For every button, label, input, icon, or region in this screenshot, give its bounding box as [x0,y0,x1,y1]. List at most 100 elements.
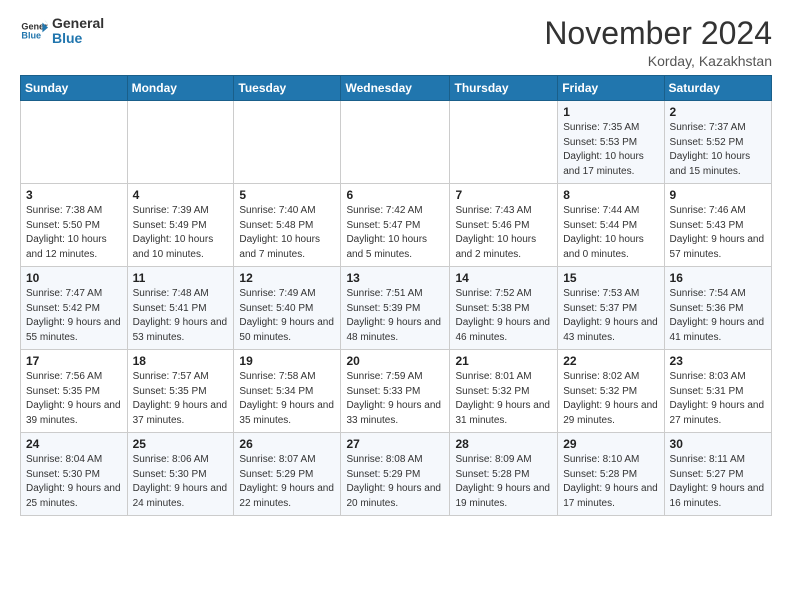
day-cell: 11 Sunrise: 7:48 AMSunset: 5:41 PMDayligh… [127,267,234,350]
day-number: 23 [670,354,766,368]
day-cell [21,101,128,184]
calendar-page: General Blue General Blue November 2024 … [0,0,792,612]
day-cell: 27Sunrise: 8:08 AMSunset: 5:29 PMDayligh… [341,433,450,516]
day-number: 21 [455,354,552,368]
day-cell: 16Sunrise: 7:54 AMSunset: 5:36 PMDayligh… [664,267,771,350]
day-number: 2 [670,105,766,119]
day-cell [450,101,558,184]
day-info: Sunrise: 7:52 AMSunset: 5:38 PMDaylight:… [455,287,552,345]
day-cell: 5Sunrise: 7:40 AMSunset: 5:48 PMDaylight… [234,184,341,267]
day-cell: 20 Sunrise: 7:59 AMSunset: 5:33 PMDayligh… [341,350,450,433]
day-number: 15 [563,271,658,285]
day-number: 6 [346,188,444,202]
day-number: 20 [346,354,444,368]
day-info: Sunrise: 7:46 AMSunset: 5:43 PMDaylight:… [670,204,766,262]
day-info: Sunrise: 8:07 AMSunset: 5:29 PMDaylight:… [239,453,335,511]
weekday-header-thursday: Thursday [450,76,558,101]
day-number: 29 [563,437,658,451]
day-number: 10 [26,271,122,285]
weekday-header-monday: Monday [127,76,234,101]
day-info: Sunrise: 8:04 AMSunset: 5:30 PMDaylight:… [26,453,122,511]
day-number: 9 [670,188,766,202]
day-info: Sunrise: 7:58 AMSunset: 5:34 PMDaylight:… [239,370,335,428]
day-number: 4 [133,188,229,202]
day-number: 27 [346,437,444,451]
day-info: Sunrise: 7:37 AMSunset: 5:52 PMDaylight:… [670,121,766,179]
weekday-header-friday: Friday [558,76,664,101]
day-cell: 3 Sunrise: 7:38 AMSunset: 5:50 PMDaylight… [21,184,128,267]
day-number: 19 [239,354,335,368]
day-number: 17 [26,354,122,368]
calendar-table: SundayMondayTuesdayWednesdayThursdayFrid… [20,75,772,516]
day-cell: 28Sunrise: 8:09 AMSunset: 5:28 PMDayligh… [450,433,558,516]
svg-text:Blue: Blue [21,31,41,41]
day-cell: 7Sunrise: 7:43 AMSunset: 5:46 PMDaylight… [450,184,558,267]
day-info: Sunrise: 8:03 AMSunset: 5:31 PMDaylight:… [670,370,766,428]
week-row-3: 10 Sunrise: 7:47 AMSunset: 5:42 PMDayligh… [21,267,772,350]
weekday-header-row: SundayMondayTuesdayWednesdayThursdayFrid… [21,76,772,101]
day-cell: 9 Sunrise: 7:46 AMSunset: 5:43 PMDaylight… [664,184,771,267]
day-cell: 15 Sunrise: 7:53 AMSunset: 5:37 PMDayligh… [558,267,664,350]
day-cell: 22Sunrise: 8:02 AMSunset: 5:32 PMDayligh… [558,350,664,433]
day-cell: 13 Sunrise: 7:51 AMSunset: 5:39 PMDayligh… [341,267,450,350]
day-number: 8 [563,188,658,202]
day-info: Sunrise: 7:44 AMSunset: 5:44 PMDaylight:… [563,204,658,262]
logo-blue: Blue [52,31,104,46]
day-cell: 30 Sunrise: 8:11 AMSunset: 5:27 PMDayligh… [664,433,771,516]
day-number: 3 [26,188,122,202]
day-number: 14 [455,271,552,285]
location-subtitle: Korday, Kazakhstan [544,53,772,69]
weekday-header-saturday: Saturday [664,76,771,101]
day-cell: 25 Sunrise: 8:06 AMSunset: 5:30 PMDayligh… [127,433,234,516]
day-number: 30 [670,437,766,451]
day-info: Sunrise: 7:47 AMSunset: 5:42 PMDaylight:… [26,287,122,345]
day-number: 26 [239,437,335,451]
day-number: 12 [239,271,335,285]
day-info: Sunrise: 7:35 AMSunset: 5:53 PMDaylight:… [563,121,658,179]
day-cell: 2 Sunrise: 7:37 AMSunset: 5:52 PMDaylight… [664,101,771,184]
day-info: Sunrise: 7:40 AMSunset: 5:48 PMDaylight:… [239,204,335,262]
day-number: 18 [133,354,229,368]
day-info: Sunrise: 8:01 AMSunset: 5:32 PMDaylight:… [455,370,552,428]
day-info: Sunrise: 8:02 AMSunset: 5:32 PMDaylight:… [563,370,658,428]
day-cell: 6Sunrise: 7:42 AMSunset: 5:47 PMDaylight… [341,184,450,267]
day-number: 24 [26,437,122,451]
day-number: 28 [455,437,552,451]
title-block: November 2024 Korday, Kazakhstan [544,16,772,69]
day-info: Sunrise: 7:59 AMSunset: 5:33 PMDaylight:… [346,370,444,428]
day-info: Sunrise: 7:48 AMSunset: 5:41 PMDaylight:… [133,287,229,345]
day-info: Sunrise: 7:53 AMSunset: 5:37 PMDaylight:… [563,287,658,345]
day-info: Sunrise: 8:11 AMSunset: 5:27 PMDaylight:… [670,453,766,511]
week-row-1: 1Sunrise: 7:35 AMSunset: 5:53 PMDaylight… [21,101,772,184]
day-number: 25 [133,437,229,451]
day-info: Sunrise: 7:39 AMSunset: 5:49 PMDaylight:… [133,204,229,262]
day-info: Sunrise: 8:10 AMSunset: 5:28 PMDaylight:… [563,453,658,511]
logo: General Blue General Blue [20,16,104,47]
logo-general: General [52,16,104,31]
day-cell: 14 Sunrise: 7:52 AMSunset: 5:38 PMDayligh… [450,267,558,350]
day-number: 11 [133,271,229,285]
day-cell: 17Sunrise: 7:56 AMSunset: 5:35 PMDayligh… [21,350,128,433]
logo-icon: General Blue [20,17,48,45]
day-number: 13 [346,271,444,285]
day-cell: 24 Sunrise: 8:04 AMSunset: 5:30 PMDayligh… [21,433,128,516]
day-cell [341,101,450,184]
day-info: Sunrise: 8:06 AMSunset: 5:30 PMDaylight:… [133,453,229,511]
day-cell: 1Sunrise: 7:35 AMSunset: 5:53 PMDaylight… [558,101,664,184]
day-cell: 29 Sunrise: 8:10 AMSunset: 5:28 PMDayligh… [558,433,664,516]
weekday-header-wednesday: Wednesday [341,76,450,101]
week-row-5: 24 Sunrise: 8:04 AMSunset: 5:30 PMDayligh… [21,433,772,516]
day-cell [127,101,234,184]
page-header: General Blue General Blue November 2024 … [20,16,772,69]
day-cell: 21 Sunrise: 8:01 AMSunset: 5:32 PMDayligh… [450,350,558,433]
day-info: Sunrise: 7:38 AMSunset: 5:50 PMDaylight:… [26,204,122,262]
week-row-2: 3 Sunrise: 7:38 AMSunset: 5:50 PMDaylight… [21,184,772,267]
day-cell: 19 Sunrise: 7:58 AMSunset: 5:34 PMDayligh… [234,350,341,433]
day-cell: 12 Sunrise: 7:49 AMSunset: 5:40 PMDayligh… [234,267,341,350]
day-cell: 23 Sunrise: 8:03 AMSunset: 5:31 PMDayligh… [664,350,771,433]
weekday-header-sunday: Sunday [21,76,128,101]
day-number: 7 [455,188,552,202]
day-info: Sunrise: 7:51 AMSunset: 5:39 PMDaylight:… [346,287,444,345]
day-info: Sunrise: 7:49 AMSunset: 5:40 PMDaylight:… [239,287,335,345]
day-cell [234,101,341,184]
